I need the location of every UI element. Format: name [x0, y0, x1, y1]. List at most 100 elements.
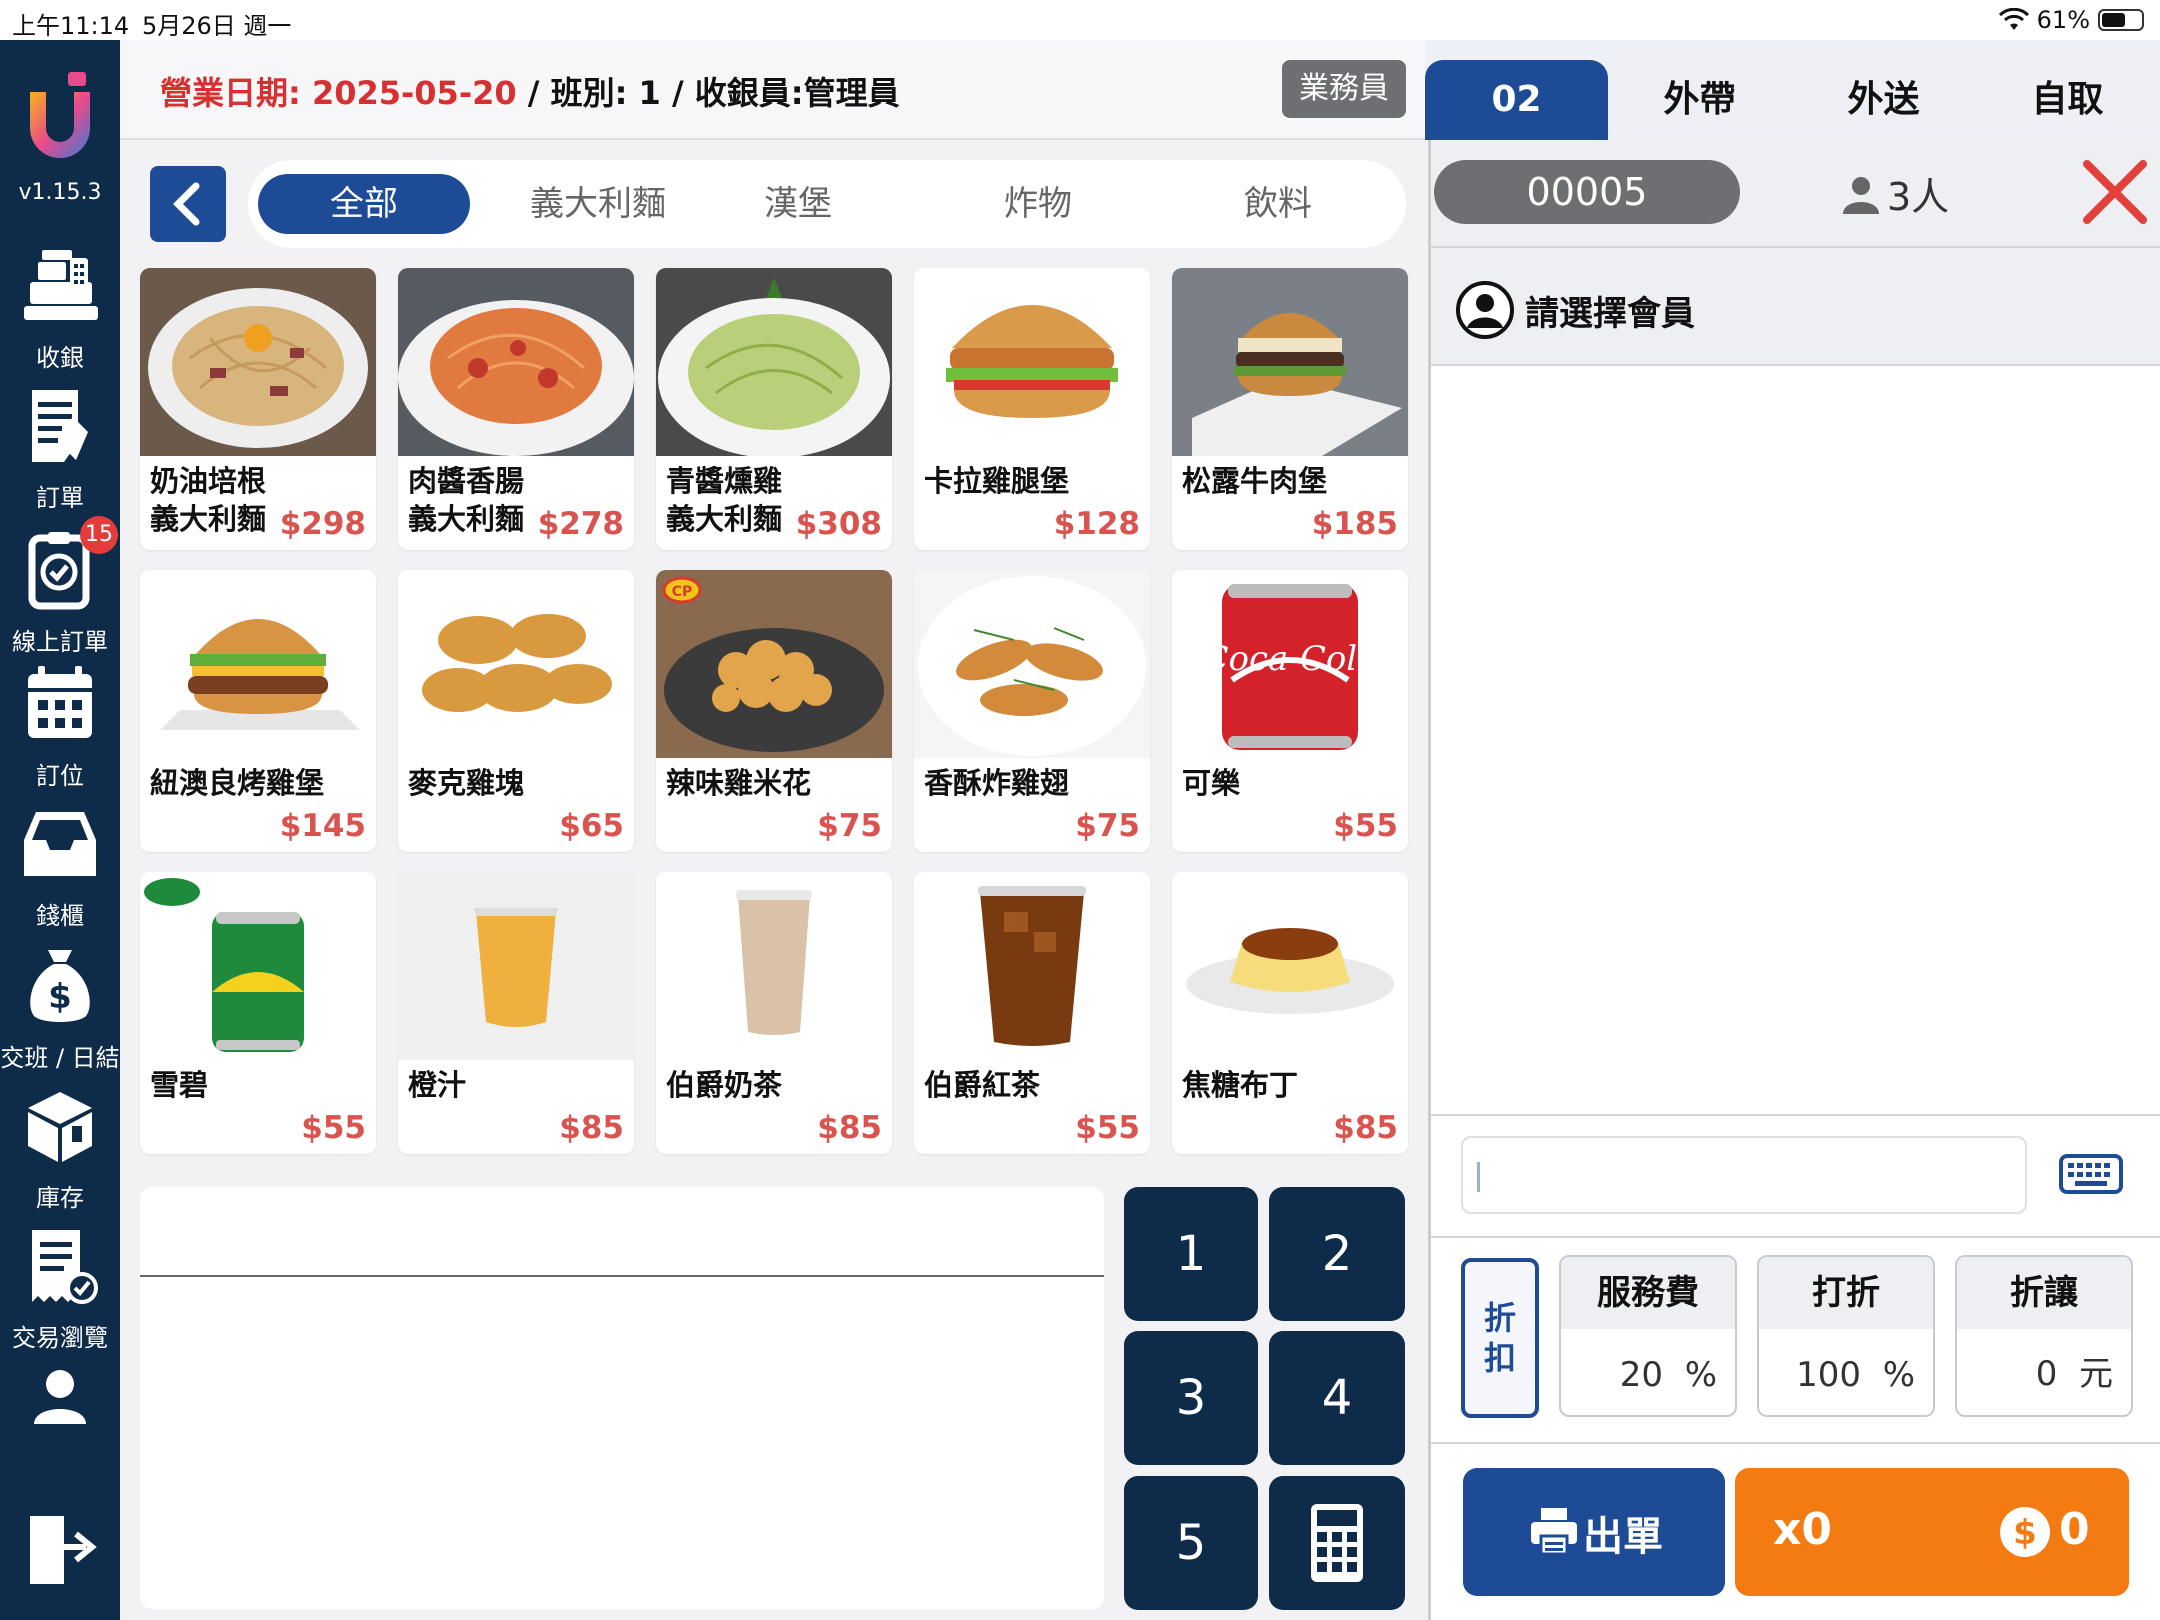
tab-takeout[interactable]: 外帶 [1608, 60, 1791, 140]
battery-percent: 61% [2036, 6, 2090, 34]
shift-info: 營業日期: 2025-05-20 / 班別: 1 / 收銀員:管理員 [160, 68, 900, 114]
sidebar-item-cashier[interactable]: 收銀 [0, 246, 120, 373]
sidebar-item-shift-close[interactable]: $ 交班 / 日結 [0, 946, 120, 1073]
app-version: v1.15.3 [18, 180, 102, 205]
logout-icon [30, 1516, 97, 1584]
product-card[interactable]: 肉醬香腸 義大利麵 $278 [398, 268, 634, 550]
product-image-orange-juice [398, 872, 634, 1060]
product-card[interactable]: 伯爵奶茶 $85 [656, 872, 892, 1154]
category-tab-all[interactable]: 全部 [258, 174, 470, 234]
discount-percent-label: 打折 [1759, 1257, 1933, 1329]
allowance-box[interactable]: 折讓 0 元 [1955, 1255, 2133, 1417]
product-image-bolognese [398, 268, 634, 456]
service-fee-number: 20 [1619, 1355, 1664, 1395]
category-tab-drinks[interactable]: 飲料 [1198, 174, 1358, 234]
product-price: $85 [817, 1110, 882, 1146]
product-card[interactable]: 奶油培根 義大利麵 $298 [140, 268, 376, 550]
category-tab-pasta[interactable]: 義大利麵 [488, 174, 708, 234]
product-name: 焦糖布丁 [1182, 1068, 1299, 1102]
product-name: 雪碧 [150, 1068, 209, 1102]
app-logo [30, 72, 90, 158]
product-name: 辣味雞米花 [666, 766, 812, 800]
product-image-chicken-wings [914, 570, 1150, 758]
sidebar-item-label: 交班 / 日結 [0, 1044, 120, 1072]
category-tab-fried[interactable]: 炸物 [958, 174, 1118, 234]
product-price: $145 [279, 808, 366, 844]
product-card[interactable]: 香酥炸雞翅 $75 [914, 570, 1150, 852]
guest-count[interactable]: 3人 [1841, 166, 1949, 221]
keypad-key-2[interactable]: 2 [1269, 1187, 1405, 1321]
sidebar-item-logout[interactable] [0, 1510, 120, 1602]
salesperson-button[interactable]: 業務員 [1282, 60, 1406, 118]
sidebar-item-label: 訂單 [36, 484, 84, 512]
checkout-button[interactable]: x0 $ 0 [1735, 1468, 2129, 1596]
product-image-carbonara [140, 268, 376, 456]
product-image-beef-burger [1172, 268, 1408, 456]
product-card[interactable]: 焦糖布丁 $85 [1172, 872, 1408, 1154]
memo-area[interactable] [140, 1187, 1104, 1609]
product-card[interactable]: Coca-Cola 可樂 $55 [1172, 570, 1408, 852]
keyboard-icon[interactable] [2059, 1150, 2123, 1198]
tab-table-02[interactable]: 02 [1425, 60, 1608, 140]
sidebar-item-reservations[interactable]: 訂位 [0, 664, 120, 791]
product-price: $65 [559, 808, 624, 844]
calculator-button[interactable] [1269, 1476, 1405, 1610]
sidebar-item-inventory[interactable]: 庫存 [0, 1086, 120, 1213]
calendar-icon [28, 666, 92, 738]
svg-text:Coca-Cola: Coca-Cola [1203, 639, 1378, 679]
product-image-cola: Coca-Cola [1172, 570, 1408, 758]
category-tab-burgers[interactable]: 漢堡 [718, 174, 878, 234]
total-amount: 0 [2059, 1504, 2090, 1555]
sidebar-item-orders[interactable]: 訂單 [0, 386, 120, 513]
product-card[interactable]: 松露牛肉堡 $185 [1172, 268, 1408, 550]
sidebar-item-label: 訂位 [36, 762, 84, 790]
service-fee-box[interactable]: 服務費 20 % [1559, 1255, 1737, 1417]
product-card[interactable]: CP 辣味雞米花 $75 [656, 570, 892, 852]
discount-tab[interactable]: 折 扣 [1461, 1258, 1539, 1418]
keypad-key-4[interactable]: 4 [1269, 1331, 1405, 1465]
dollar-coin-icon: $ [2000, 1507, 2050, 1557]
order-search-input[interactable] [1461, 1136, 2027, 1214]
tab-pickup[interactable]: 自取 [1976, 60, 2159, 140]
back-button[interactable] [150, 166, 226, 242]
sidebar-item-user[interactable] [0, 1366, 120, 1438]
sidebar-item-transactions[interactable]: 交易瀏覽 [0, 1226, 120, 1353]
discount-percent-value: 100 % [1796, 1355, 1915, 1395]
product-card[interactable]: 紐澳良烤雞堡 $145 [140, 570, 376, 852]
product-card[interactable]: 青醬燻雞 義大利麵 $308 [656, 268, 892, 550]
keypad-key-5[interactable]: 5 [1124, 1476, 1258, 1610]
sidebar-item-cash-drawer[interactable]: 錢櫃 [0, 804, 120, 931]
discount-percent-box[interactable]: 打折 100 % [1757, 1255, 1935, 1417]
keypad-key-1[interactable]: 1 [1124, 1187, 1258, 1321]
product-image-pesto [656, 268, 892, 456]
keypad-key-3[interactable]: 3 [1124, 1331, 1258, 1465]
sidebar-item-label: 交易瀏覽 [12, 1324, 108, 1352]
member-select[interactable]: 請選擇會員 [1431, 248, 2160, 366]
order-number: 00005 [1434, 160, 1740, 224]
product-card[interactable]: 伯爵紅茶 $55 [914, 872, 1150, 1154]
product-price: $85 [1333, 1110, 1398, 1146]
sidebar-item-label: 收銀 [36, 344, 84, 372]
status-time: 上午11:14 [12, 12, 130, 40]
product-price: $308 [795, 506, 882, 542]
status-date: 5月26日 週一 [142, 12, 292, 40]
section-divider [1431, 1442, 2160, 1444]
product-price: $75 [817, 808, 882, 844]
service-fee-value: 20 % [1620, 1355, 1717, 1395]
product-name: 伯爵紅茶 [924, 1068, 1041, 1102]
sidebar-item-online-orders[interactable]: 15 線上訂單 [0, 516, 120, 657]
discount-percent-unit: % [1882, 1355, 1915, 1395]
order-header: 00005 3人 [1431, 140, 2160, 248]
shift-cashier-info: / 班別: 1 / 收銀員:管理員 [516, 74, 900, 112]
close-icon[interactable] [2081, 158, 2149, 226]
print-order-button[interactable]: 出單 [1463, 1468, 1725, 1596]
product-card[interactable]: 麥克雞塊 $65 [398, 570, 634, 852]
sidebar: v1.15.3 收銀 訂單 15 線上訂單 訂位 錢櫃 $ 交班 / 日結 庫存… [0, 40, 120, 1620]
product-card[interactable]: 橙汁 $85 [398, 872, 634, 1154]
online-order-badge: 15 [80, 516, 118, 554]
product-card[interactable]: 卡拉雞腿堡 $128 [914, 268, 1150, 550]
product-card[interactable]: 雪碧 $55 [140, 872, 376, 1154]
printer-icon [1531, 1508, 1577, 1556]
tab-delivery[interactable]: 外送 [1792, 60, 1975, 140]
product-name: 可樂 [1182, 766, 1241, 800]
